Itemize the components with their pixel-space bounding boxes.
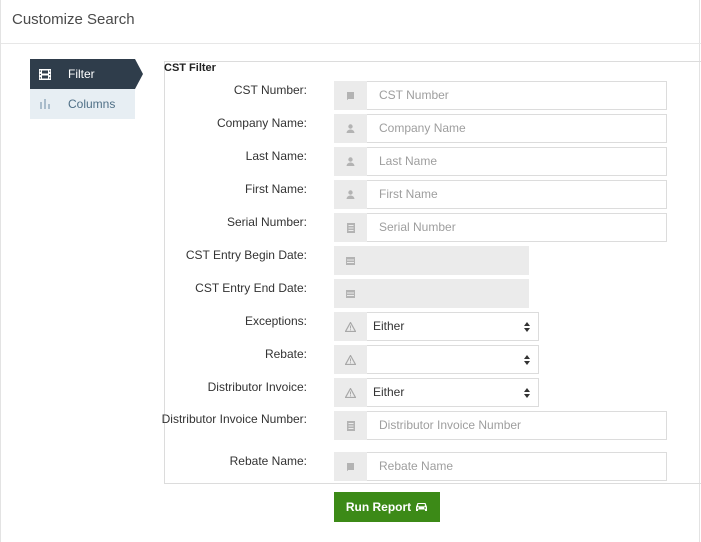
field-label: Distributor Invoice: [207,380,307,394]
serial-number-input[interactable]: Serial Number [367,213,667,242]
begin-date-row: CST Entry Begin Date: [164,246,701,276]
exceptions-select[interactable]: Either [367,312,539,341]
car-icon [416,503,428,511]
field-label: CST Entry End Date: [195,281,307,295]
calendar-icon [334,279,367,308]
user-icon [334,147,367,176]
cst-number-row: CST Number: CST Number [164,81,701,111]
field-label: Exceptions: [244,314,307,328]
field-label: Company Name: [216,116,307,130]
last-name-input[interactable]: Last Name [367,147,667,176]
distributor-invoice-select[interactable]: Either [367,378,539,407]
user-icon [334,114,367,143]
film-icon [30,68,60,80]
first-name-row: First Name: First Name [164,180,701,210]
field-label: First Name: [244,182,307,196]
sidebar-item-filter[interactable]: Filter [30,59,143,89]
barcode-icon [334,213,367,242]
field-label: CST Number: [233,83,307,97]
select-value: Either [373,319,405,333]
select-arrow-icon [524,355,530,365]
run-report-button[interactable]: Run Report [334,492,440,522]
sidebar: Filter Columns [30,59,143,119]
field-label: Rebate Name: [229,454,307,468]
panel-header: Customize Search [1,0,701,44]
sidebar-item-label: Filter [68,67,95,81]
barcode-icon [334,411,367,440]
panel-title: Customize Search [12,11,135,28]
warning-icon [334,312,367,341]
cst-number-input[interactable]: CST Number [367,81,667,110]
calendar-icon [334,246,367,275]
sidebar-item-columns[interactable]: Columns [30,89,135,119]
select-value: Either [373,385,405,399]
distributor-invoice-number-input[interactable]: Distributor Invoice Number [367,411,667,440]
user-icon [334,180,367,209]
end-date-input[interactable] [367,279,529,308]
rebate-name-input[interactable]: Rebate Name [367,452,667,481]
select-arrow-icon [524,322,530,332]
company-name-row: Company Name: Company Name [164,114,701,144]
rebate-name-row: Rebate Name: Rebate Name [164,452,701,482]
field-label: Distributor Invoice Number: [161,412,307,426]
run-report-label: Run Report [345,500,412,514]
field-label: Rebate: [264,347,307,361]
first-name-input[interactable]: First Name [367,180,667,209]
warning-icon [334,378,367,407]
exceptions-row: Exceptions: Either [164,312,701,342]
field-label: Last Name: [245,149,307,163]
select-arrow-icon [524,388,530,398]
sidebar-item-label: Columns [68,97,116,111]
rebate-row: Rebate: [164,345,701,375]
field-label: CST Entry Begin Date: [185,248,307,262]
serial-number-row: Serial Number: Serial Number [164,213,701,243]
last-name-row: Last Name: Last Name [164,147,701,177]
distributor-invoice-row: Distributor Invoice: Either [164,378,701,408]
begin-date-input[interactable] [367,246,529,275]
end-date-row: CST Entry End Date: [164,279,701,309]
distributor-invoice-number-row: Distributor Invoice Number: Distributor … [162,411,701,441]
columns-icon [30,99,60,109]
rebate-select[interactable] [367,345,539,374]
warning-icon [334,345,367,374]
book-icon [334,81,367,110]
book-icon [334,452,367,481]
company-name-input[interactable]: Company Name [367,114,667,143]
cst-filter-title: CST Filter [164,62,216,74]
field-label: Serial Number: [226,215,307,229]
